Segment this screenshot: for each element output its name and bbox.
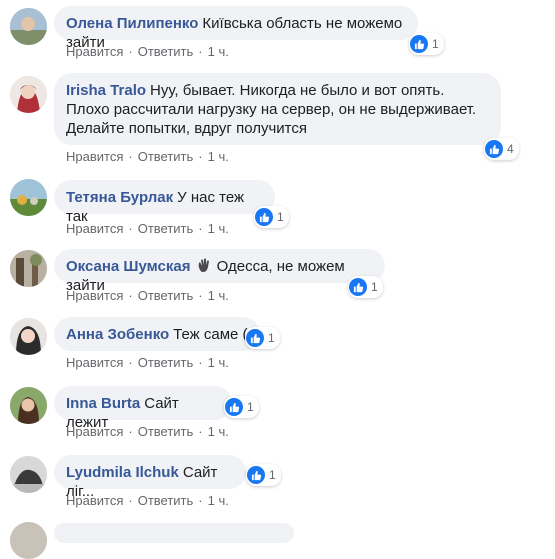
separator-dot: · bbox=[198, 288, 203, 303]
like-count: 1 bbox=[432, 37, 439, 51]
reactions-badge[interactable]: 1 bbox=[245, 327, 280, 349]
separator-dot: · bbox=[128, 288, 133, 303]
comment-timestamp[interactable]: 1 ч. bbox=[208, 424, 229, 439]
comment-actions: Нравится · Ответить · 1 ч. bbox=[66, 355, 229, 370]
comment-bubble: Inna Burta Сайт лежит bbox=[54, 386, 232, 431]
like-button[interactable]: Нравится bbox=[66, 288, 123, 303]
like-icon bbox=[349, 278, 367, 296]
comment-author[interactable]: Тетяна Бурлак bbox=[66, 189, 173, 206]
comment-text: Теж саме ( bbox=[173, 326, 248, 343]
comment-author[interactable]: Олена Пилипенко bbox=[66, 15, 198, 32]
like-icon bbox=[246, 329, 264, 347]
reactions-badge[interactable]: 1 bbox=[254, 206, 289, 228]
like-button[interactable]: Нравится bbox=[66, 355, 123, 370]
separator-dot: · bbox=[128, 221, 133, 236]
comment-actions: Нравится · Ответить · 1 ч. bbox=[66, 221, 229, 236]
like-icon bbox=[247, 466, 265, 484]
comment-bubble: Тетяна Бурлак У нас теж так bbox=[54, 180, 275, 225]
comment-bubble: Анна Зобенко Теж саме ( bbox=[54, 317, 260, 351]
like-button[interactable]: Нравится bbox=[66, 44, 123, 59]
comment-actions: Нравится · Ответить · 1 ч. bbox=[66, 149, 229, 164]
like-count: 4 bbox=[507, 142, 514, 156]
reply-button[interactable]: Ответить bbox=[138, 221, 194, 236]
separator-dot: · bbox=[128, 424, 133, 439]
like-button[interactable]: Нравится bbox=[66, 221, 123, 236]
avatar[interactable] bbox=[10, 179, 47, 216]
separator-dot: · bbox=[198, 493, 203, 508]
comment-bubble: Оксана Шумская Одесса, не можем зайти bbox=[54, 249, 385, 294]
reply-button[interactable]: Ответить bbox=[138, 288, 194, 303]
waving-hand-icon bbox=[199, 258, 210, 272]
comment-author[interactable]: Irisha Tralo bbox=[66, 82, 146, 99]
comment-timestamp[interactable]: 1 ч. bbox=[208, 44, 229, 59]
separator-dot: · bbox=[128, 355, 133, 370]
reactions-badge[interactable]: 1 bbox=[409, 33, 444, 55]
reactions-badge[interactable]: 1 bbox=[348, 276, 383, 298]
comment-author[interactable]: Lyudmila Ilchuk bbox=[66, 464, 179, 481]
reactions-badge[interactable]: 1 bbox=[224, 396, 259, 418]
separator-dot: · bbox=[128, 149, 133, 164]
comment-actions: Нравится · Ответить · 1 ч. bbox=[66, 288, 229, 303]
reactions-badge[interactable]: 1 bbox=[246, 464, 281, 486]
like-button[interactable]: Нравится bbox=[66, 493, 123, 508]
comment-bubble: Олена Пилипенко Київська область не можем… bbox=[54, 6, 418, 51]
comment-actions: Нравится · Ответить · 1 ч. bbox=[66, 44, 229, 59]
like-count: 1 bbox=[269, 468, 276, 482]
like-count: 1 bbox=[268, 331, 275, 345]
avatar[interactable] bbox=[10, 387, 47, 424]
reply-button[interactable]: Ответить bbox=[138, 44, 194, 59]
separator-dot: · bbox=[198, 149, 203, 164]
comment-author[interactable]: Оксана Шумская bbox=[66, 258, 190, 275]
like-icon bbox=[255, 208, 273, 226]
reply-button[interactable]: Ответить bbox=[138, 149, 194, 164]
comment-author[interactable]: Inna Burta bbox=[66, 395, 140, 412]
separator-dot: · bbox=[198, 355, 203, 370]
reactions-badge[interactable]: 4 bbox=[484, 138, 519, 160]
comment-timestamp[interactable]: 1 ч. bbox=[208, 149, 229, 164]
avatar[interactable] bbox=[10, 318, 47, 355]
comment-actions: Нравится · Ответить · 1 ч. bbox=[66, 493, 229, 508]
comment-timestamp[interactable]: 1 ч. bbox=[208, 355, 229, 370]
separator-dot: · bbox=[198, 221, 203, 236]
like-count: 1 bbox=[247, 400, 254, 414]
avatar[interactable] bbox=[10, 76, 47, 113]
like-icon bbox=[485, 140, 503, 158]
comment-timestamp[interactable]: 1 ч. bbox=[208, 288, 229, 303]
separator-dot: · bbox=[198, 424, 203, 439]
comment-bubble: Lyudmila Ilchuk Сайт ліг... bbox=[54, 455, 246, 500]
separator-dot: · bbox=[128, 44, 133, 59]
like-icon bbox=[410, 35, 428, 53]
avatar[interactable] bbox=[10, 456, 47, 493]
reply-button[interactable]: Ответить bbox=[138, 493, 194, 508]
like-icon bbox=[225, 398, 243, 416]
like-count: 1 bbox=[277, 210, 284, 224]
avatar[interactable] bbox=[10, 8, 47, 45]
comment-bubble: Irisha Tralo Нуу, бывает. Никогда не было… bbox=[54, 73, 501, 145]
separator-dot: · bbox=[198, 44, 203, 59]
reply-button[interactable]: Ответить bbox=[138, 355, 194, 370]
reply-button[interactable]: Ответить bbox=[138, 424, 194, 439]
like-button[interactable]: Нравится bbox=[66, 149, 123, 164]
separator-dot: · bbox=[128, 493, 133, 508]
comment-timestamp[interactable]: 1 ч. bbox=[208, 493, 229, 508]
avatar[interactable] bbox=[10, 250, 47, 287]
like-count: 1 bbox=[371, 280, 378, 294]
comment-bubble bbox=[54, 523, 294, 543]
comment-actions: Нравится · Ответить · 1 ч. bbox=[66, 424, 229, 439]
comment-timestamp[interactable]: 1 ч. bbox=[208, 221, 229, 236]
comment-author[interactable]: Анна Зобенко bbox=[66, 326, 169, 343]
like-button[interactable]: Нравится bbox=[66, 424, 123, 439]
